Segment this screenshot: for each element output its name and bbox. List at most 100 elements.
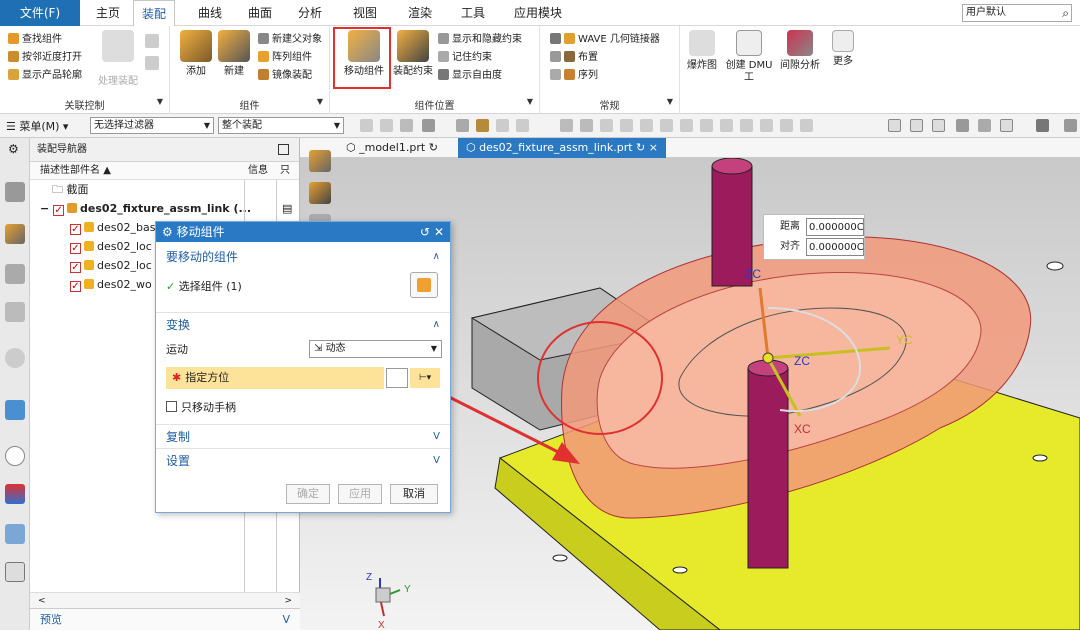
menu-button[interactable]: ☰ 菜单(M) ▾	[6, 118, 68, 134]
view-iso-icon[interactable]	[932, 119, 945, 132]
edges-icon[interactable]	[978, 119, 991, 132]
plus-icon[interactable]	[720, 119, 733, 132]
collapse-icon[interactable]: −	[40, 202, 53, 215]
horizontal-scrollbar[interactable]: < >	[30, 592, 300, 608]
curve-icon[interactable]	[640, 119, 653, 132]
checkbox-icon[interactable]: ✓	[70, 224, 81, 235]
line-icon[interactable]	[620, 119, 633, 132]
assembly-constraint-button[interactable]: 装配约束	[390, 30, 436, 78]
tab-model1[interactable]: ⬡ _model1.prt ↻	[338, 138, 446, 158]
refresh-icon[interactable]: ↻	[636, 141, 645, 154]
quadrant-icon[interactable]	[700, 119, 713, 132]
chevron-down-icon[interactable]: ▼	[157, 97, 163, 106]
remember-constraints-button[interactable]: 记住约束	[438, 50, 492, 66]
tab-view[interactable]: 视图	[345, 0, 385, 26]
align-input[interactable]: 0.000000C	[806, 238, 864, 256]
gear-icon[interactable]: ⚙	[8, 142, 19, 156]
body-icon[interactable]	[476, 119, 489, 132]
wave-linker-button[interactable]: WAVE 几何链接器	[550, 32, 660, 48]
checkbox-icon[interactable]: ✓	[70, 262, 81, 273]
shaded-icon[interactable]	[956, 119, 969, 132]
checkbox-icon[interactable]: ✓	[70, 281, 81, 292]
view-top-icon[interactable]	[910, 119, 923, 132]
tab-surface[interactable]: 曲面	[240, 0, 280, 26]
fit-icon[interactable]	[1000, 119, 1013, 132]
tab-fixture-assembly[interactable]: ⬡ des02_fixture_assm_link.prt ↻ ×	[458, 138, 666, 158]
scroll-left-icon[interactable]: <	[38, 593, 46, 609]
new-component-button[interactable]: 新建	[216, 30, 252, 78]
face-icon[interactable]	[496, 119, 509, 132]
overflow-icon[interactable]	[1064, 119, 1077, 132]
chevron-down-icon[interactable]: ▼	[667, 97, 673, 106]
web-browser-icon[interactable]	[5, 400, 25, 420]
file-menu-tab[interactable]: 文件(F)	[0, 0, 80, 26]
csys-dropdown[interactable]: ⊢▾	[410, 368, 440, 388]
arrangement-button[interactable]: 布置	[550, 50, 598, 66]
pattern-component-button[interactable]: 阵列组件	[258, 50, 312, 66]
checkbox-icon[interactable]: ✓	[53, 205, 65, 216]
tab-assembly[interactable]: 装配	[133, 0, 176, 27]
new-parent-button[interactable]: 新建父对象	[258, 32, 322, 48]
nearest-icon[interactable]	[780, 119, 793, 132]
edge-icon[interactable]	[516, 119, 529, 132]
tab-app-modules[interactable]: 应用模块	[506, 0, 570, 26]
selection-filter-select[interactable]: 无选择过滤器 ▼	[90, 117, 214, 134]
constraint-navigator-icon[interactable]	[5, 224, 25, 244]
column-name[interactable]: 描述性部件名	[40, 165, 100, 176]
mid-point-icon[interactable]	[580, 119, 593, 132]
system-material-icon[interactable]	[5, 562, 25, 582]
ok-button[interactable]: 确定	[286, 484, 330, 504]
handle-origin[interactable]	[762, 352, 774, 364]
feature-icon[interactable]	[422, 119, 435, 132]
maximize-icon[interactable]	[278, 144, 289, 155]
tab-analysis[interactable]: 分析	[290, 0, 330, 26]
move-handle-only-row[interactable]: 只移动手柄	[166, 399, 236, 417]
user-default-box[interactable]: 用户默认 ⌕	[962, 4, 1072, 22]
chevron-up-icon[interactable]: ∧	[433, 246, 440, 268]
cancel-button[interactable]: 取消	[390, 484, 438, 504]
column-readonly[interactable]: 只	[280, 162, 290, 180]
sort-icon[interactable]: ▲	[103, 165, 111, 176]
section-components-to-move[interactable]: 要移动的组件 ∧	[156, 246, 450, 268]
assembly-navigator-icon[interactable]	[309, 150, 331, 172]
control-point-icon[interactable]	[600, 119, 613, 132]
point-icon[interactable]	[456, 119, 469, 132]
reuse-library-icon[interactable]	[5, 302, 25, 322]
close-icon[interactable]: ✕	[434, 225, 444, 239]
section-settings[interactable]: 设置 V	[156, 450, 450, 472]
specify-orientation-row[interactable]: ✱ 指定方位	[166, 367, 384, 389]
arrow-up-icon[interactable]	[660, 119, 673, 132]
add-component-button[interactable]: 添加	[178, 30, 214, 78]
chevron-down-icon[interactable]: V	[433, 426, 440, 448]
clock-icon[interactable]	[5, 446, 25, 466]
mirror-assembly-button[interactable]: 镜像装配	[258, 68, 312, 84]
tangent-icon[interactable]	[740, 119, 753, 132]
chevron-down-icon[interactable]: ▼	[527, 97, 533, 106]
part-navigator-icon[interactable]	[5, 264, 25, 284]
search-icon[interactable]: ⌕	[1062, 5, 1069, 21]
copy-icon[interactable]	[145, 34, 159, 48]
find-component-button[interactable]: 查找组件	[8, 32, 62, 48]
clearance-analysis-button[interactable]: 间隙分析	[778, 30, 822, 72]
csys-dialog-button[interactable]	[386, 368, 408, 388]
process-studio-icon[interactable]	[5, 524, 25, 544]
select-component-row[interactable]: ✓ 选择组件 (1)	[166, 278, 242, 296]
process-assembly-button[interactable]: 处理装配	[98, 30, 138, 87]
move-handle-only-checkbox[interactable]	[166, 401, 177, 412]
section-copy[interactable]: 复制 V	[156, 426, 450, 448]
preview-panel-header[interactable]: 预览 V	[30, 608, 300, 630]
chevron-up-icon[interactable]: ∧	[433, 314, 440, 336]
angle-icon[interactable]	[760, 119, 773, 132]
open-by-proximity-button[interactable]: 按邻近度打开	[8, 50, 82, 66]
apply-button[interactable]: 应用	[338, 484, 382, 504]
more-button[interactable]: 更多	[826, 30, 860, 68]
chevron-down-icon[interactable]: ▼	[317, 97, 323, 106]
close-icon[interactable]: ×	[649, 141, 658, 154]
sequence-button[interactable]: 序列	[550, 68, 598, 84]
tree-row-section[interactable]: 🗀 截面	[30, 180, 299, 199]
show-hide-constraints-button[interactable]: 显示和隐藏约束	[438, 32, 522, 48]
tab-render[interactable]: 渲染	[400, 0, 440, 26]
exploded-view-button[interactable]: 爆炸图	[684, 30, 720, 72]
intersect-icon[interactable]	[800, 119, 813, 132]
tree-row-root[interactable]: − ✓ des02_fixture_assm_link (... ▤	[30, 199, 299, 218]
